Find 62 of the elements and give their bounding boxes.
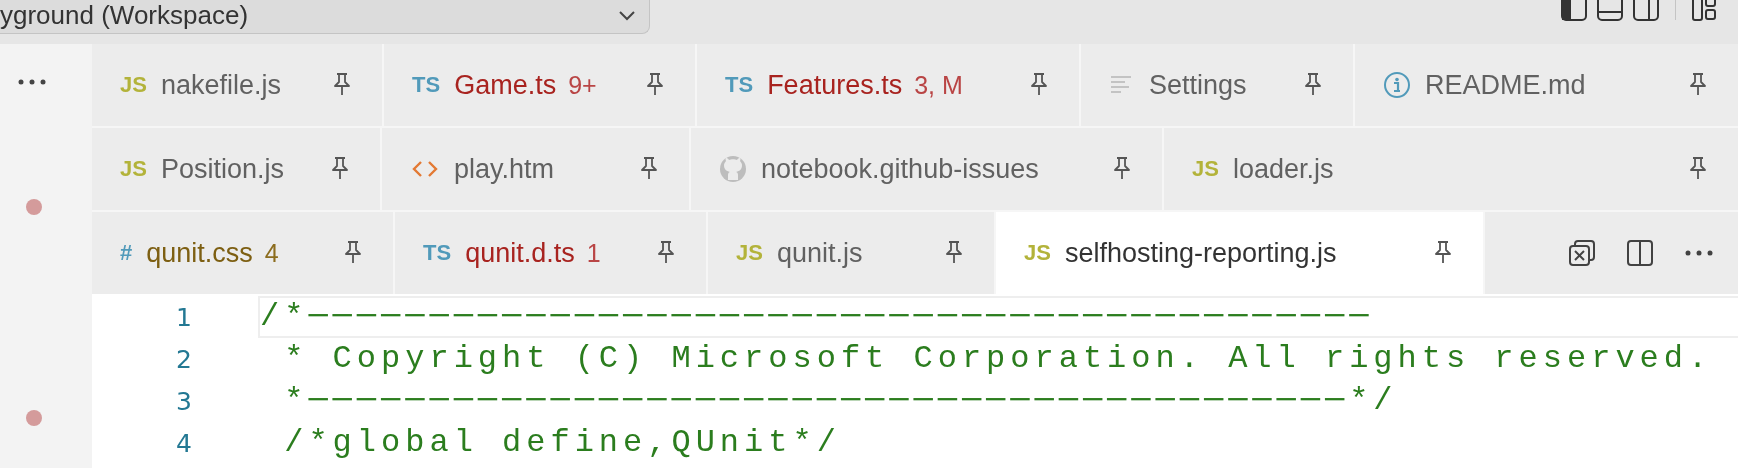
layout-icon[interactable] (1692, 0, 1716, 22)
problem-count: 4 (264, 238, 279, 268)
panel-toggle-icon[interactable] (1597, 0, 1623, 22)
file-type-icon: JS (120, 72, 147, 98)
editor-tab[interactable]: TS Features.ts 3, M (697, 44, 1079, 126)
file-type-icon: TS (725, 72, 754, 98)
tab-label: Position.js (160, 153, 284, 185)
editor-tab[interactable]: JS selfhosting-reporting.js (996, 212, 1483, 294)
split-editor-icon[interactable] (1626, 239, 1654, 267)
code-line: /*global define,QUnit*/ (283, 425, 841, 461)
tab-label: Game.ts (454, 69, 557, 101)
editor-tab[interactable]: JS loader.js (1164, 128, 1738, 210)
tab-label: loader.js (1232, 153, 1334, 185)
file-type-icon: # (120, 240, 133, 266)
tab-label: Settings (1149, 69, 1247, 101)
editor-tab[interactable]: play.htm (382, 128, 689, 210)
close-all-icon[interactable] (1568, 239, 1596, 267)
editor-tab[interactable]: TS Game.ts 9+ (384, 44, 695, 126)
problem-count: 1 (586, 238, 601, 268)
more-icon[interactable] (1684, 249, 1714, 257)
dot-icon (26, 410, 42, 426)
editor-tab[interactable]: JS nakefile.js (92, 44, 382, 126)
tab-label: README.md (1425, 69, 1586, 101)
file-type-icon: TS (412, 72, 441, 98)
lines-icon (1109, 74, 1133, 96)
dot-icon (26, 199, 42, 215)
tab-label: qunit.d.ts (465, 237, 575, 269)
tab-label: play.htm (454, 153, 555, 185)
editor-tab[interactable]: # qunit.css 4 (92, 212, 393, 294)
line-number: 3 (175, 386, 193, 416)
tab-label: notebook.github-issues (761, 153, 1039, 185)
line-number: 2 (175, 344, 193, 374)
editor-tab[interactable]: JS qunit.js (708, 212, 994, 294)
tab-label: selfhosting-reporting.js (1064, 237, 1337, 269)
secondary-sidebar-icon[interactable] (1633, 0, 1659, 22)
file-type-icon: TS (423, 240, 452, 266)
github-icon (719, 155, 747, 183)
file-type-icon: JS (120, 156, 147, 182)
file-type-icon: JS (736, 240, 763, 266)
editor-tab[interactable]: TS qunit.d.ts 1 (395, 212, 706, 294)
file-type-icon: JS (1024, 240, 1051, 266)
file-type-icon: JS (1192, 156, 1219, 182)
chevron-down-icon (617, 8, 637, 23)
code-line: /*──────────────────────────────────────────── (260, 299, 1374, 335)
line-number: 1 (175, 302, 193, 332)
editor-tab[interactable]: README.md (1355, 44, 1738, 126)
problem-count: 3, M (914, 70, 963, 100)
code-line: * Copyright (C) Microsoft Corporation. All rights reserved. (283, 341, 1713, 377)
code-line: *───────────────────────────────────────────*/ (283, 383, 1398, 419)
editor-tab[interactable]: notebook.github-issues (691, 128, 1162, 210)
info-icon (1383, 71, 1411, 99)
tab-label: qunit.js (776, 237, 863, 269)
more-icon (17, 78, 47, 86)
editor-tab[interactable]: Settings (1081, 44, 1353, 126)
editor-tab[interactable]: JS Position.js (92, 128, 380, 210)
line-number: 4 (175, 428, 193, 458)
problem-count: 9+ (568, 70, 597, 100)
tab-label: nakefile.js (160, 69, 281, 101)
tab-label: Features.ts (767, 69, 903, 101)
tab-label: qunit.css (146, 237, 253, 269)
workspace-dropdown[interactable]: yground (Workspace) (0, 0, 650, 34)
sidebar-toggle-icon[interactable] (1561, 0, 1587, 22)
